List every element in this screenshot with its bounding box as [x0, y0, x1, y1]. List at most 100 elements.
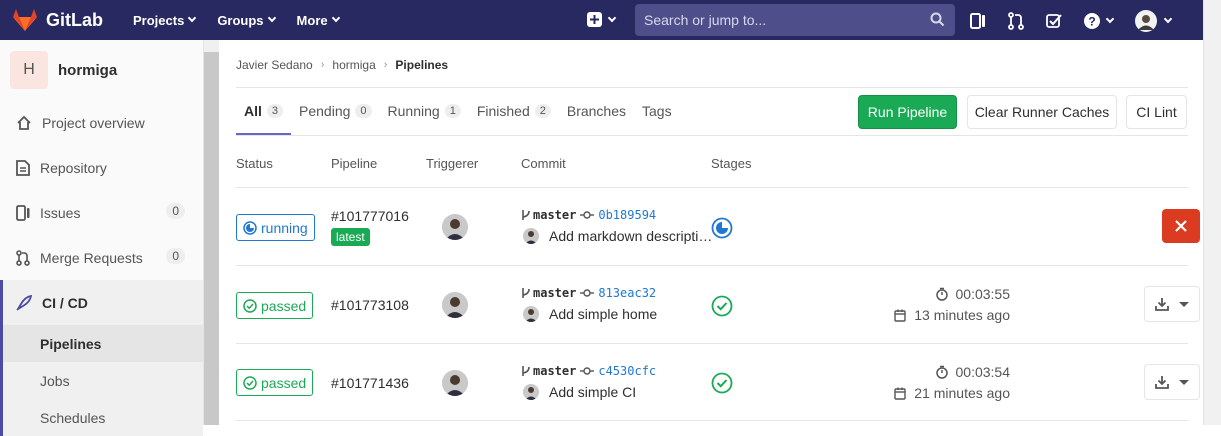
tab-count-badge: 3	[266, 103, 284, 118]
pipeline-id-link[interactable]: #101773108	[331, 297, 409, 313]
svg-text:?: ?	[1088, 15, 1095, 29]
commit-author-avatar[interactable]	[523, 384, 539, 400]
commit-author-avatar[interactable]	[523, 306, 539, 322]
page-scrollbar[interactable]	[1203, 0, 1221, 425]
sidebar-scrollbar-track	[204, 40, 219, 52]
sidebar-subitem-pipelines[interactable]: Pipelines	[3, 325, 203, 362]
groups-menu[interactable]: Groups	[217, 13, 276, 28]
timer-icon	[935, 365, 948, 379]
user-menu[interactable]	[1135, 10, 1173, 32]
stage-passed-icon[interactable]	[711, 372, 733, 394]
tab-tags[interactable]: Tags	[634, 88, 680, 135]
commit-message: Add markdown descripti…	[523, 228, 712, 244]
top-navbar: GitLab Projects Groups More Search or ju…	[0, 0, 1203, 40]
status-badge[interactable]: passed	[236, 292, 314, 319]
help-menu[interactable]: ?	[1084, 13, 1115, 29]
sidebar-subitem-jobs[interactable]: Jobs	[3, 362, 203, 399]
pipeline-finished-time: 13 minutes ago	[860, 307, 1010, 323]
branch-link[interactable]: master	[533, 364, 576, 378]
tab-count-badge: 0	[355, 103, 372, 118]
sidebar-project-header[interactable]: H hormiga	[0, 40, 203, 100]
sidebar-scrollbar-thumb[interactable]	[204, 40, 219, 425]
branch-icon	[522, 366, 530, 376]
download-artifacts-dropdown[interactable]	[1144, 364, 1200, 400]
user-avatar-icon	[1135, 10, 1157, 32]
cancel-pipeline-button[interactable]	[1162, 209, 1200, 243]
ci-lint-button[interactable]: CI Lint	[1126, 95, 1187, 129]
project-name: hormiga	[58, 61, 118, 79]
more-menu[interactable]: More	[297, 13, 340, 28]
commit-title-link[interactable]: Add simple home	[549, 306, 657, 322]
search-input[interactable]: Search or jump to...	[635, 4, 955, 36]
new-item-dropdown[interactable]	[587, 12, 617, 27]
branch-link[interactable]: master	[533, 286, 576, 300]
tab-all[interactable]: All 3	[236, 88, 292, 135]
sidebar: H hormiga Project overview Repository Is…	[0, 40, 204, 436]
commit-sha-link[interactable]: c4530cfc	[598, 364, 656, 378]
pipeline-id-link[interactable]: #101777016	[331, 208, 409, 224]
pipeline-scope-tabs: All 3 Pending 0 Running 1 Finished 2 Branche…	[236, 88, 680, 135]
status-passed-icon	[243, 298, 257, 313]
clear-runner-caches-button[interactable]: Clear Runner Caches	[967, 95, 1117, 129]
breadcrumb: Javier Sedano › hormiga › Pipelines	[236, 58, 448, 72]
sidebar-item-project-overview[interactable]: Project overview	[0, 100, 203, 145]
merge-requests-nav-button[interactable]	[1008, 12, 1024, 30]
status-running-icon	[243, 220, 257, 235]
chevron-down-icon	[1179, 301, 1189, 307]
stage-passed-icon[interactable]	[711, 295, 733, 317]
status-badge[interactable]: passed	[236, 369, 314, 396]
commit-sha-link[interactable]: 813eac32	[598, 286, 656, 300]
pipeline-duration: 00:03:54	[860, 364, 1010, 380]
sidebar-item-merge-requests[interactable]: Merge Requests 0	[0, 235, 203, 280]
tab-pending[interactable]: Pending 0	[291, 88, 380, 135]
status-passed-icon	[243, 375, 257, 390]
tab-finished[interactable]: Finished 2	[469, 88, 559, 135]
download-icon	[1155, 298, 1169, 311]
triggerer-avatar[interactable]	[442, 370, 468, 396]
column-header-pipeline: Pipeline	[331, 156, 378, 171]
gitlab-home-link[interactable]: GitLab	[12, 8, 103, 32]
commit-title-link[interactable]: Add simple CI	[549, 384, 636, 400]
todos-nav-button[interactable]	[1046, 13, 1062, 29]
branch-icon	[522, 210, 530, 220]
status-badge[interactable]: running	[236, 214, 315, 241]
download-artifacts-dropdown[interactable]	[1144, 286, 1200, 322]
commit-ref: master 813eac32	[521, 286, 656, 300]
column-header-stages: Stages	[711, 156, 752, 171]
sidebar-item-repository[interactable]: Repository	[0, 145, 203, 190]
triggerer-avatar[interactable]	[442, 214, 468, 240]
issues-icon	[970, 13, 985, 29]
tab-branches[interactable]: Branches	[559, 88, 634, 135]
plus-square-icon	[587, 12, 602, 27]
breadcrumb-current[interactable]: Pipelines	[395, 58, 448, 72]
run-pipeline-button[interactable]: Run Pipeline	[858, 95, 957, 129]
close-icon	[1175, 220, 1187, 232]
branch-link[interactable]: master	[533, 208, 576, 222]
calendar-icon	[894, 387, 906, 400]
column-header-commit: Commit	[521, 156, 566, 171]
stage-running-icon[interactable]	[711, 217, 733, 239]
sidebar-subitem-schedules[interactable]: Schedules	[3, 399, 203, 436]
triggerer-avatar[interactable]	[442, 292, 468, 318]
sidebar-item-issues[interactable]: Issues 0	[0, 190, 203, 235]
breadcrumb-project[interactable]: hormiga	[332, 58, 375, 72]
breadcrumb-user[interactable]: Javier Sedano	[236, 58, 313, 72]
download-icon	[1155, 376, 1169, 389]
commit-ref: master c4530cfc	[521, 364, 656, 378]
commit-title-link[interactable]: Add markdown descripti…	[549, 228, 712, 244]
project-avatar: H	[10, 51, 48, 89]
divider	[236, 420, 1188, 421]
issues-nav-button[interactable]	[970, 12, 986, 30]
commit-message: Add simple CI	[523, 384, 636, 400]
sidebar-item-ci-cd[interactable]: CI / CD	[0, 280, 203, 325]
pipeline-id-link[interactable]: #101771436	[331, 375, 409, 391]
commit-sha-link[interactable]: 0b189594	[598, 208, 656, 222]
merge-request-icon	[1008, 12, 1024, 30]
tab-count-badge: 1	[444, 103, 461, 118]
search-icon	[930, 12, 945, 27]
tab-running[interactable]: Running 1	[380, 88, 469, 135]
commit-author-avatar[interactable]	[523, 228, 539, 244]
todo-check-icon	[1046, 14, 1062, 28]
tab-count-badge: 2	[534, 103, 551, 118]
projects-menu[interactable]: Projects	[133, 13, 197, 28]
